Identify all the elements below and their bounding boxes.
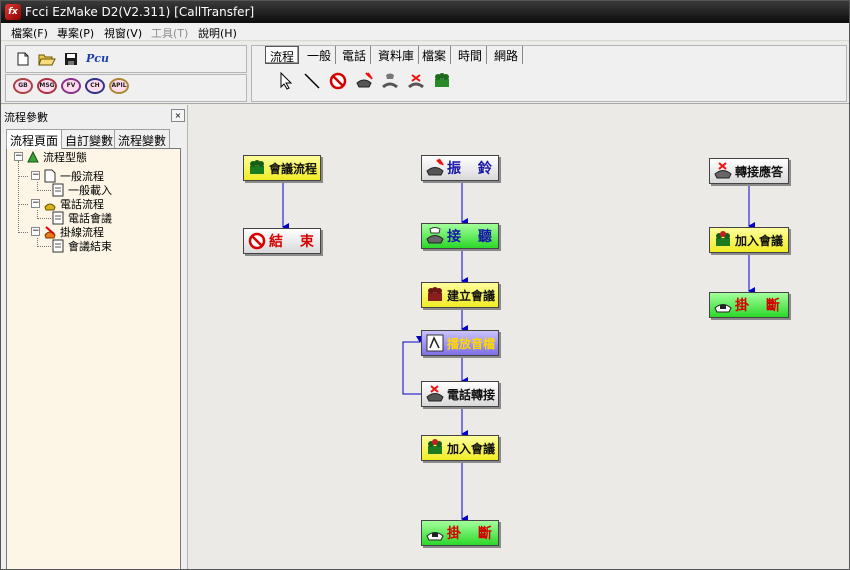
node-play-audio[interactable]: 播放音檔 (421, 330, 499, 356)
document-icon (51, 211, 65, 225)
tab-flow-vars[interactable]: 流程變數 (114, 129, 171, 148)
flow-canvas[interactable]: 會議流程 結 束 振 鈴 接 聽 建立會議 播放音檔 電話轉接 加入會議 掛 斷… (189, 105, 849, 569)
tree-root[interactable]: 流程型態 (26, 150, 87, 164)
ch-button[interactable]: CH (85, 78, 105, 94)
menu-file[interactable]: 檔案(F) (11, 25, 48, 41)
conference-join-icon (713, 230, 733, 250)
tree-group-phone[interactable]: 電話流程 (43, 197, 104, 211)
file-toolbar: Pcu (5, 45, 247, 73)
tab-custom-vars[interactable]: 自訂變數 (61, 129, 118, 148)
node-phone-transfer[interactable]: 電話轉接 (421, 381, 499, 407)
line-tool-icon[interactable] (301, 70, 323, 92)
flow-type-icon (26, 150, 40, 164)
tree-item-general-load[interactable]: 一般載入 (51, 183, 112, 197)
node-label: 加入會議 (735, 233, 784, 248)
phone-transfer-icon (713, 161, 733, 181)
node-answer[interactable]: 接 聽 (421, 223, 499, 249)
phone-icon (713, 295, 733, 315)
app-logo-icon: fx (5, 4, 21, 20)
close-icon[interactable]: × (171, 109, 185, 122)
save-icon[interactable] (62, 50, 80, 68)
node-conference-flow[interactable]: 會議流程 (243, 155, 321, 181)
node-end[interactable]: 結 束 (243, 228, 321, 254)
msg-button[interactable]: MSG (37, 78, 57, 94)
tab-flow[interactable]: 流程 (265, 46, 300, 64)
collapse-toggle[interactable]: − (31, 227, 40, 236)
tab-network[interactable]: 網路 (490, 46, 524, 64)
menu-tools[interactable]: 工具(T) (151, 25, 188, 41)
node-label: 會議流程 (269, 161, 318, 176)
node-label: 掛 斷 (735, 298, 786, 314)
gb-button[interactable]: GB (13, 78, 33, 94)
conference-icon[interactable] (431, 70, 453, 92)
tree-root-label: 流程型態 (43, 151, 87, 164)
node-transfer-answer[interactable]: 轉接應答 (709, 158, 789, 184)
title-bar[interactable]: fx Fcci EzMake D2(V2.311) [CallTransfer] (1, 1, 849, 23)
tree-group-hangup[interactable]: 掛線流程 (43, 225, 104, 239)
tab-database[interactable]: 資料庫 (374, 46, 420, 64)
node-hang-up[interactable]: 掛 斷 (709, 292, 789, 318)
tree-group-general[interactable]: 一般流程 (43, 169, 104, 183)
tab-file[interactable]: 檔案 (418, 46, 452, 64)
tab-flow-pages[interactable]: 流程頁面 (6, 129, 63, 149)
node-label: 電話轉接 (447, 387, 496, 402)
phone-answer-icon[interactable] (379, 70, 401, 92)
stop-icon[interactable] (327, 70, 349, 92)
hangup-flow-icon (43, 225, 57, 239)
node-label: 振 鈴 (447, 161, 498, 177)
phone-transfer-icon (425, 384, 445, 404)
node-label: 播放音檔 (447, 336, 496, 351)
page-icon (43, 169, 57, 183)
app-window: fx Fcci EzMake D2(V2.311) [CallTransfer]… (0, 0, 850, 570)
node-label: 加入會議 (447, 441, 496, 456)
flow-params-panel: 流程參數 × 流程頁面 自訂變數 流程變數 − 流程型態 − 一般流程 一般載入… (1, 105, 188, 569)
collapse-toggle[interactable]: − (31, 171, 40, 180)
phone-transfer-icon[interactable] (405, 70, 427, 92)
tree-item-label: 會議結束 (68, 240, 112, 253)
stop-icon (247, 231, 267, 251)
phone-answer-icon (425, 226, 445, 246)
phone-flow-icon (43, 197, 57, 211)
apil-button[interactable]: APIL (109, 78, 129, 94)
node-hang-up[interactable]: 掛 斷 (421, 520, 499, 546)
node-setup-conference[interactable]: 建立會議 (421, 282, 499, 308)
tab-general[interactable]: 一般 (303, 46, 337, 64)
node-label: 轉接應答 (735, 164, 784, 179)
conference-join-icon (425, 438, 445, 458)
node-label: 建立會議 (447, 288, 496, 303)
flow-tree: − 流程型態 − 一般流程 一般載入 − 電話流程 電話會議 − 掛線流程 會議… (6, 148, 181, 569)
phone-icon (425, 523, 445, 543)
tree-item-conference-end[interactable]: 會議結束 (51, 239, 112, 253)
phone-ring-icon[interactable] (353, 70, 375, 92)
tab-phone[interactable]: 電話 (338, 46, 372, 64)
panel-title: 流程參數 (4, 111, 48, 124)
open-folder-icon[interactable] (38, 50, 56, 68)
conference-icon (425, 285, 445, 305)
menu-project[interactable]: 專案(P) (57, 25, 94, 41)
phone-ring-icon (425, 158, 445, 178)
menu-help[interactable]: 說明(H) (198, 25, 237, 41)
collapse-toggle[interactable]: − (14, 152, 23, 161)
tab-time[interactable]: 時間 (454, 46, 488, 64)
document-icon (51, 183, 65, 197)
node-join-conference[interactable]: 加入會議 (421, 435, 499, 461)
document-icon (51, 239, 65, 253)
node-label: 掛 斷 (447, 526, 498, 542)
collapse-toggle[interactable]: − (31, 199, 40, 208)
window-title: Fcci EzMake D2(V2.311) [CallTransfer] (25, 5, 255, 19)
pcu-button[interactable]: Pcu (86, 52, 109, 65)
node-ring[interactable]: 振 鈴 (421, 155, 499, 181)
tree-item-phone-conference[interactable]: 電話會議 (51, 211, 112, 225)
menu-bar: 檔案(F) 專案(P) 視窗(V) 工具(T) 說明(H) (1, 23, 849, 41)
menu-window[interactable]: 視窗(V) (104, 25, 142, 41)
fv-button[interactable]: FV (61, 78, 81, 94)
new-file-icon[interactable] (14, 50, 32, 68)
conference-icon (247, 158, 267, 178)
pointer-arrow-icon[interactable] (275, 70, 297, 92)
audio-file-icon (425, 333, 445, 353)
node-join-conference[interactable]: 加入會議 (709, 227, 789, 253)
node-label: 結 束 (269, 234, 320, 250)
node-label: 接 聽 (447, 229, 498, 245)
